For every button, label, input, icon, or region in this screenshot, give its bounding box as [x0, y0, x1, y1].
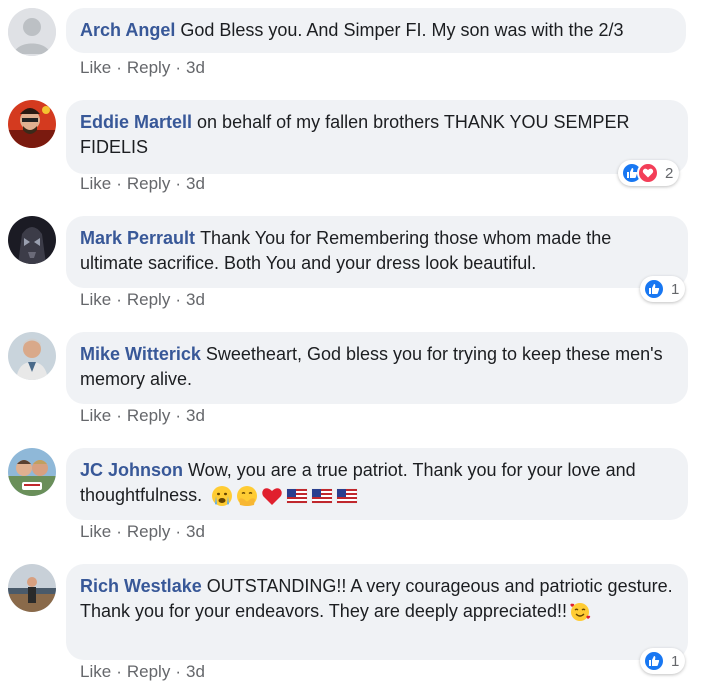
- like-icon: [643, 650, 665, 672]
- separator: ·: [175, 522, 181, 541]
- reply-link[interactable]: Reply: [127, 290, 170, 309]
- smiling-face-with-hearts-emoji: [570, 603, 591, 622]
- love-icon: [637, 162, 659, 184]
- comment-author[interactable]: Rich Westlake: [80, 576, 202, 596]
- user-photo-icon: [8, 216, 56, 264]
- like-link[interactable]: Like: [80, 522, 111, 541]
- separator: ·: [175, 174, 181, 193]
- reaction-summary[interactable]: 2: [618, 160, 680, 186]
- separator: ·: [116, 522, 122, 541]
- comment-actions: Like · Reply · 3d: [80, 58, 205, 78]
- reply-link[interactable]: Reply: [127, 174, 170, 193]
- reaction-count: 1: [671, 652, 680, 670]
- avatar[interactable]: [8, 448, 56, 496]
- comment-actions: Like · Reply · 3d: [80, 662, 205, 682]
- comment-bubble: Eddie Martell on behalf of my fallen brot…: [66, 100, 688, 174]
- avatar[interactable]: [8, 216, 56, 264]
- smiling-with-hands-emoji: [237, 486, 258, 507]
- comment-author[interactable]: Mike Witterick: [80, 344, 201, 364]
- default-avatar-icon: [8, 8, 56, 56]
- like-link[interactable]: Like: [80, 406, 111, 425]
- reaction-summary[interactable]: 1: [640, 648, 686, 674]
- comment-bubble: Mark Perrault Thank You for Remembering t…: [66, 216, 688, 288]
- like-link[interactable]: Like: [80, 58, 111, 77]
- comment-actions: Like · Reply · 3d: [80, 174, 205, 194]
- user-photo-icon: [8, 100, 56, 148]
- reaction-summary[interactable]: 1: [640, 276, 686, 302]
- comment-time[interactable]: 3d: [186, 174, 205, 193]
- separator: ·: [116, 290, 122, 309]
- user-photo-icon: [8, 448, 56, 496]
- comment-actions: Like · Reply · 3d: [80, 522, 205, 542]
- separator: ·: [175, 662, 181, 681]
- avatar[interactable]: [8, 564, 56, 612]
- comment-actions: Like · Reply · 3d: [80, 406, 205, 426]
- red-heart-emoji: [262, 488, 282, 506]
- avatar[interactable]: [8, 332, 56, 380]
- separator: ·: [116, 174, 122, 193]
- comment-bubble: Arch Angel God Bless you. And Simper FI. …: [66, 8, 686, 53]
- us-flag-emoji: [286, 489, 308, 504]
- comment-time[interactable]: 3d: [186, 406, 205, 425]
- crying-face-emoji: [212, 486, 233, 507]
- comment-author[interactable]: Arch Angel: [80, 20, 175, 40]
- reply-link[interactable]: Reply: [127, 522, 170, 541]
- separator: ·: [116, 406, 122, 425]
- comment-time[interactable]: 3d: [186, 522, 205, 541]
- separator: ·: [116, 662, 122, 681]
- avatar[interactable]: [8, 100, 56, 148]
- like-icon: [643, 278, 665, 300]
- separator: ·: [175, 58, 181, 77]
- comment-bubble: Rich Westlake OUTSTANDING!! A very courag…: [66, 564, 688, 660]
- avatar[interactable]: [8, 8, 56, 56]
- reply-link[interactable]: Reply: [127, 406, 170, 425]
- comment-actions: Like · Reply · 3d: [80, 290, 205, 310]
- separator: ·: [175, 406, 181, 425]
- user-photo-icon: [8, 564, 56, 612]
- us-flag-emoji: [311, 489, 333, 504]
- comment-bubble: JC Johnson Wow, you are a true patriot. T…: [66, 448, 688, 520]
- user-photo-icon: [8, 332, 56, 380]
- comment-author[interactable]: Mark Perrault: [80, 228, 195, 248]
- comment-bubble: Mike Witterick Sweetheart, God bless you …: [66, 332, 688, 404]
- separator: ·: [116, 58, 122, 77]
- reply-link[interactable]: Reply: [127, 662, 170, 681]
- comment-time[interactable]: 3d: [186, 58, 205, 77]
- comment-time[interactable]: 3d: [186, 290, 205, 309]
- comment-time[interactable]: 3d: [186, 662, 205, 681]
- like-link[interactable]: Like: [80, 290, 111, 309]
- emoji-row: [211, 485, 361, 507]
- us-flag-emoji: [336, 489, 358, 504]
- reply-link[interactable]: Reply: [127, 58, 170, 77]
- like-link[interactable]: Like: [80, 662, 111, 681]
- comment-text: God Bless you. And Simper FI. My son was…: [180, 20, 624, 40]
- separator: ·: [175, 290, 181, 309]
- comment-author[interactable]: Eddie Martell: [80, 112, 192, 132]
- reaction-count: 2: [665, 164, 674, 182]
- reaction-count: 1: [671, 280, 680, 298]
- like-link[interactable]: Like: [80, 174, 111, 193]
- comment-author[interactable]: JC Johnson: [80, 460, 183, 480]
